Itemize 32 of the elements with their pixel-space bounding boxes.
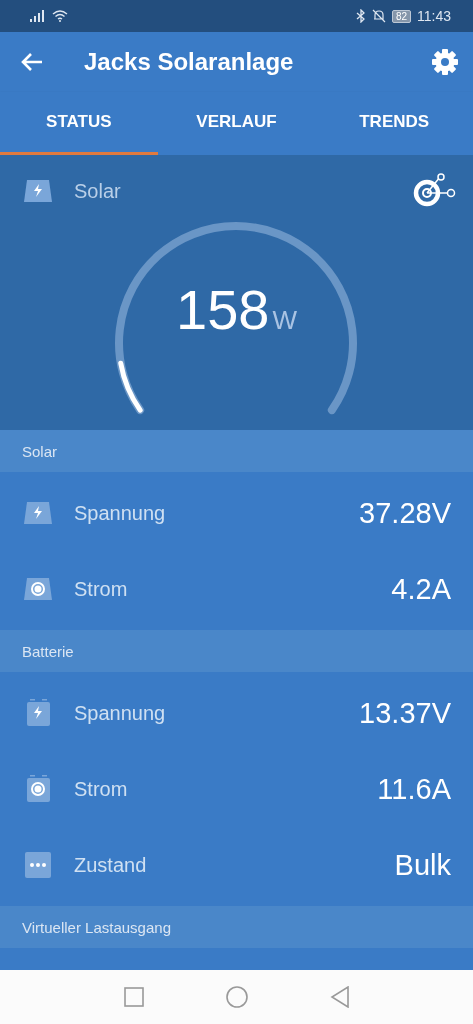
back-arrow-icon[interactable] [20, 52, 44, 72]
network-icon[interactable] [413, 173, 457, 209]
row-value: 13.37V [359, 696, 451, 730]
row-label: Spannung [74, 701, 167, 725]
tab[interactable]: TRENDS [315, 92, 473, 155]
home-icon[interactable] [225, 986, 248, 1008]
gauge-label: Solar [74, 179, 122, 203]
section-header: Virtueller Lastausgang [0, 906, 473, 948]
wifi-icon [52, 10, 68, 22]
dots-icon [22, 849, 54, 881]
row-value: Bulk [394, 848, 451, 882]
app-title: Jacks Solaranlage [84, 48, 295, 76]
row-label: Strom [74, 777, 129, 801]
section-header: Solar [0, 430, 473, 472]
recents-icon[interactable] [123, 987, 144, 1007]
row-value: 11.6A [377, 772, 451, 806]
clock-time: 11:43 [417, 8, 451, 24]
row-label: Zustand [74, 853, 148, 877]
settings-icon[interactable] [431, 48, 459, 76]
signal-icon [30, 10, 46, 22]
power-value: 158 [176, 277, 270, 342]
row-label: Strom [74, 577, 129, 601]
row-value: 37.28V [359, 496, 451, 530]
section-header: Batterie [0, 630, 473, 672]
battery-level: 82 [391, 9, 411, 23]
bell-off-icon [371, 9, 386, 23]
bluetooth-icon [355, 9, 366, 23]
back-icon[interactable] [329, 986, 350, 1008]
row-value: 4.2A [391, 572, 451, 606]
tab[interactable]: VERLAUF [157, 92, 316, 155]
power-unit: W [272, 305, 297, 336]
row-label: Spannung [74, 501, 167, 525]
